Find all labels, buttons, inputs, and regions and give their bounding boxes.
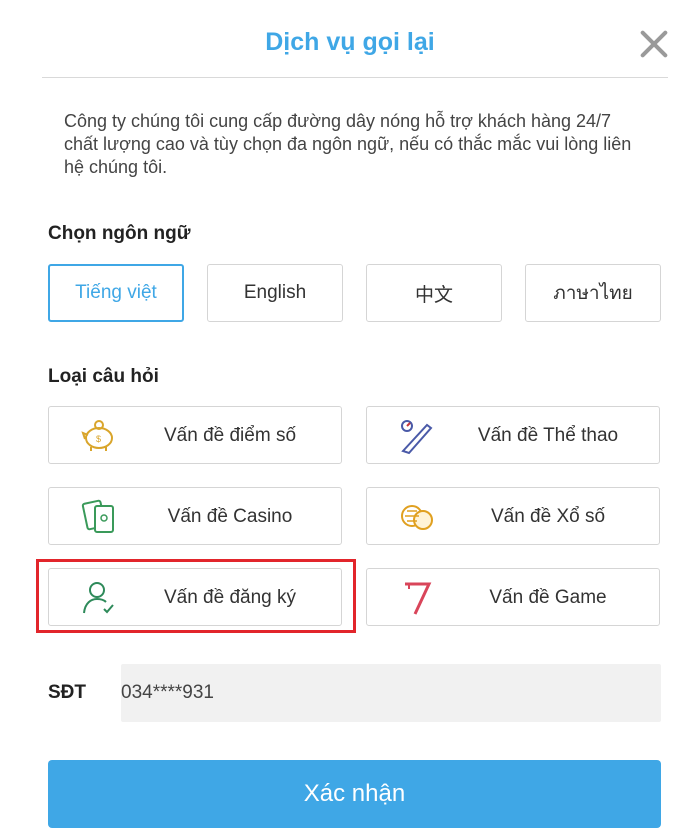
- submit-button[interactable]: Xác nhận: [48, 760, 661, 828]
- question-option-label: Vấn đề Xổ số: [490, 506, 606, 527]
- baseball-bat-icon: [401, 420, 433, 455]
- question-option-label: Vấn đề điểm số: [163, 425, 297, 446]
- close-icon[interactable]: [636, 26, 672, 62]
- question-option-sports[interactable]: Vấn đề Thể thao: [366, 406, 660, 464]
- dialog-title: Dịch vụ gọi lại: [265, 28, 435, 56]
- description-text: Công ty chúng tôi cung cấp đường dây nón…: [64, 111, 632, 177]
- phone-label: SĐT: [48, 682, 86, 703]
- language-option-chinese[interactable]: 中文: [366, 264, 502, 322]
- phone-value: 034****931: [121, 682, 214, 703]
- language-option-english[interactable]: English: [207, 264, 343, 322]
- question-option-label: Vấn đề Thể thao: [477, 425, 619, 446]
- language-option-vietnamese[interactable]: Tiếng việt: [48, 264, 184, 322]
- slot-seven-icon: [405, 582, 432, 615]
- question-option-casino[interactable]: Vấn đề Casino: [48, 487, 342, 545]
- piggy-bank-icon: $: [81, 420, 113, 451]
- lottery-coins-icon: [401, 505, 433, 530]
- dialog-header: Dịch vụ gọi lại: [0, 0, 700, 90]
- phone-field[interactable]: 034****931: [121, 664, 661, 722]
- header-divider: [42, 77, 668, 78]
- question-section-label: Loại câu hỏi: [48, 366, 159, 387]
- question-option-score[interactable]: $ Vấn đề điểm số: [48, 406, 342, 464]
- question-option-game[interactable]: Vấn đề Game: [366, 568, 660, 626]
- question-option-lottery[interactable]: Vấn đề Xổ số: [366, 487, 660, 545]
- question-option-label: Vấn đề Game: [489, 587, 607, 608]
- svg-text:$: $: [96, 434, 101, 444]
- language-section-label: Chọn ngôn ngữ: [48, 223, 191, 244]
- highlight-box: [36, 559, 356, 633]
- question-option-label: Vấn đề Casino: [167, 506, 293, 527]
- playing-cards-icon: [81, 499, 114, 533]
- language-option-thai[interactable]: ภาษาไทย: [525, 264, 661, 322]
